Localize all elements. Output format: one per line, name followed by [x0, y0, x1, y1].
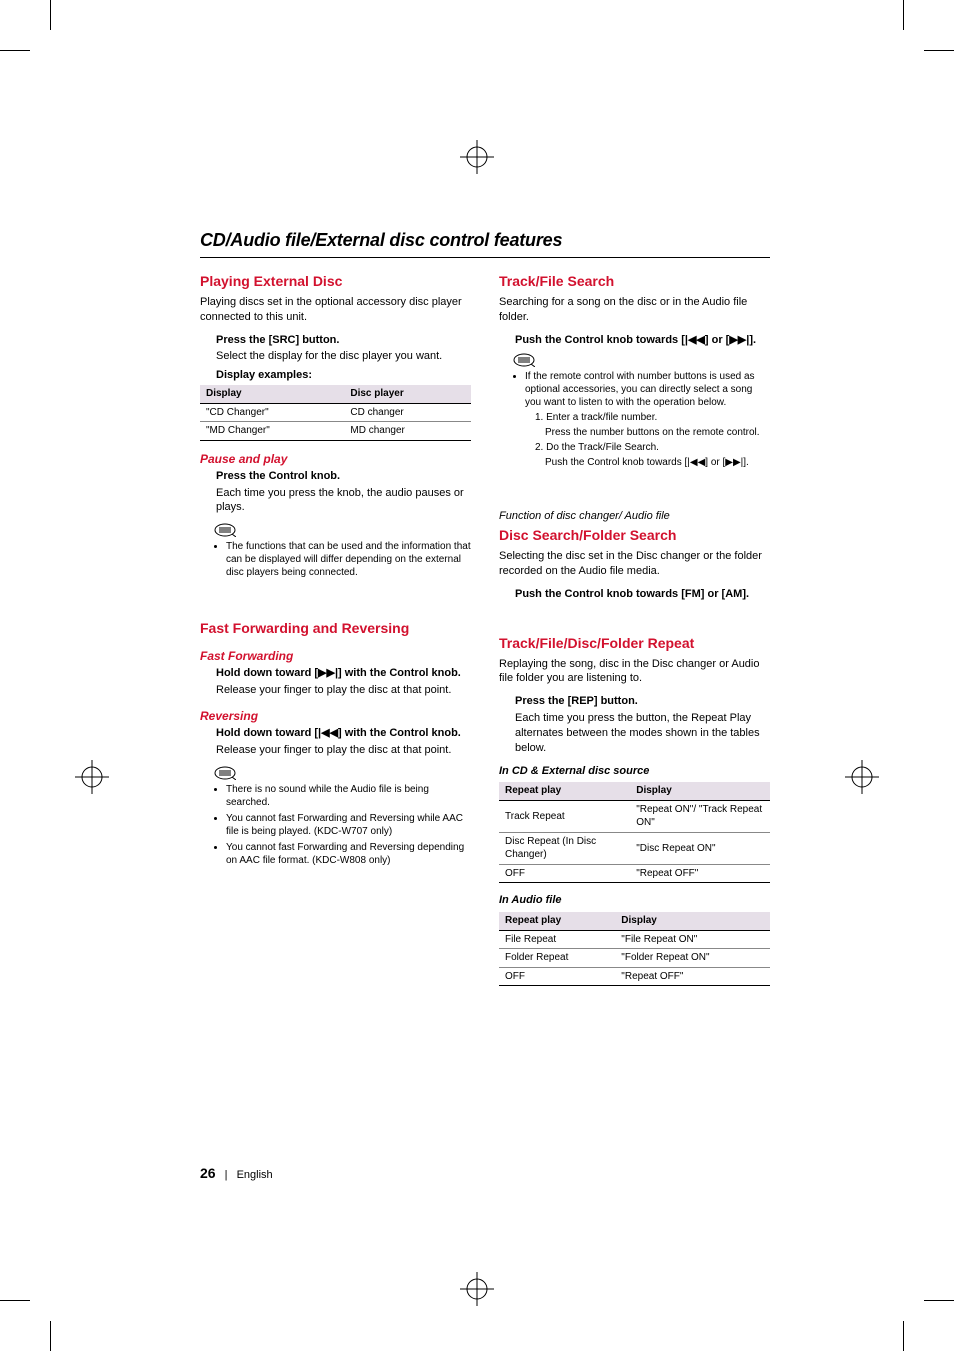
table-header: Display [200, 385, 344, 403]
note-icon [214, 766, 236, 780]
intro-text: Playing discs set in the optional access… [200, 295, 471, 325]
table-cell: "Folder Repeat ON" [615, 949, 770, 968]
display-examples-label: Display examples: [216, 368, 471, 383]
note-subtext: Press the number buttons on the remote c… [545, 426, 770, 439]
crop-mark [903, 0, 904, 30]
repeat-table-cd: Repeat playDisplay Track Repeat"Repeat O… [499, 782, 770, 883]
note-subtext: Push the Control knob towards [|◀◀] or [… [545, 456, 770, 469]
table-cell: MD changer [344, 422, 471, 441]
section-repeat: Track/File/Disc/Folder Repeat [499, 634, 770, 653]
step-detail: Each time you press the knob, the audio … [216, 486, 471, 516]
step-detail: Release your finger to play the disc at … [216, 683, 471, 698]
step-instruction: Hold down toward [▶▶|] with the Control … [216, 666, 471, 681]
note-substep: 1. Enter a track/file number. [535, 411, 770, 424]
crop-mark [0, 1300, 30, 1301]
fast-forwarding-subhead: Fast Forwarding [200, 648, 471, 664]
step-instruction: Push the Control knob towards [|◀◀] or [… [515, 333, 770, 348]
intro-text: Replaying the song, disc in the Disc cha… [499, 657, 770, 687]
content-area: CD/Audio file/External disc control feat… [200, 230, 770, 996]
crop-mark [924, 1300, 954, 1301]
step-instruction: Press the [SRC] button. [216, 333, 471, 348]
step-detail: Each time you press the button, the Repe… [515, 711, 770, 756]
note-item: There is no sound while the Audio file i… [226, 783, 471, 809]
table-cell: "Repeat OFF" [615, 967, 770, 986]
left-column: Playing External Disc Playing discs set … [200, 272, 471, 996]
section-track-file-search: Track/File Search [499, 272, 770, 291]
table-header: Disc player [344, 385, 471, 403]
step-block: Push the Control knob towards [FM] or [A… [515, 587, 770, 602]
chapter-title: CD/Audio file/External disc control feat… [200, 230, 770, 251]
note-item: If the remote control with number button… [525, 370, 770, 469]
step-instruction: Press the Control knob. [216, 469, 471, 484]
step-instruction: Hold down toward [|◀◀] with the Control … [216, 726, 471, 741]
crop-mark [50, 1321, 51, 1351]
note-text: If the remote control with number button… [525, 371, 755, 408]
table-cell: OFF [499, 967, 615, 986]
registration-mark-icon [460, 1272, 494, 1306]
step-block: Hold down toward [|◀◀] with the Control … [216, 726, 471, 758]
table-cell: "File Repeat ON" [615, 930, 770, 949]
table-cell: Disc Repeat (In Disc Changer) [499, 832, 630, 864]
step-block: Hold down toward [▶▶|] with the Control … [216, 666, 471, 698]
table-header: Display [615, 912, 770, 930]
section-disc-folder-search: Disc Search/Folder Search [499, 526, 770, 545]
table-cell: "Repeat ON"/ "Track Repeat ON" [630, 800, 770, 832]
step-block: Press the [SRC] button. Select the displ… [216, 333, 471, 384]
section-fast-forwarding: Fast Forwarding and Reversing [200, 619, 471, 638]
right-column: Track/File Search Searching for a song o… [499, 272, 770, 996]
note-list: There is no sound while the Audio file i… [214, 783, 471, 867]
table-cell: "MD Changer" [200, 422, 344, 441]
registration-mark-icon [75, 760, 109, 794]
crop-mark [50, 0, 51, 30]
page: CD/Audio file/External disc control feat… [0, 0, 954, 1351]
note-item: The functions that can be used and the i… [226, 540, 471, 579]
repeat-table-audio: Repeat playDisplay File Repeat"File Repe… [499, 912, 770, 986]
step-block: Push the Control knob towards [|◀◀] or [… [515, 333, 770, 348]
page-number: 26 [200, 1165, 216, 1181]
step-detail: Release your finger to play the disc at … [216, 743, 471, 758]
intro-text: Selecting the disc set in the Disc chang… [499, 549, 770, 579]
note-icon [513, 353, 535, 367]
step-block: Press the Control knob. Each time you pr… [216, 469, 471, 516]
note-item: You cannot fast Forwarding and Reversing… [226, 812, 471, 838]
step-instruction: Press the [REP] button. [515, 694, 770, 709]
table-cell: CD changer [344, 403, 471, 422]
columns: Playing External Disc Playing discs set … [200, 272, 770, 996]
table-cell: "CD Changer" [200, 403, 344, 422]
table-cell: Folder Repeat [499, 949, 615, 968]
table-label: In Audio file [499, 893, 770, 908]
crop-mark [924, 50, 954, 51]
separator: | [225, 1169, 228, 1181]
function-label: Function of disc changer/ Audio file [499, 509, 770, 524]
registration-mark-icon [845, 760, 879, 794]
table-cell: "Disc Repeat ON" [630, 832, 770, 864]
note-substep: 2. Do the Track/File Search. [535, 441, 770, 454]
step-block: Press the [REP] button. Each time you pr… [515, 694, 770, 755]
step-detail: Select the display for the disc player y… [216, 349, 471, 364]
table-cell: File Repeat [499, 930, 615, 949]
display-examples-table: DisplayDisc player "CD Changer"CD change… [200, 385, 471, 441]
note-item: You cannot fast Forwarding and Reversing… [226, 841, 471, 867]
chapter-rule [200, 257, 770, 258]
table-header: Repeat play [499, 782, 630, 800]
registration-mark-icon [460, 140, 494, 174]
crop-mark [903, 1321, 904, 1351]
pause-play-subhead: Pause and play [200, 451, 471, 467]
table-cell: "Repeat OFF" [630, 864, 770, 883]
table-header: Display [630, 782, 770, 800]
table-label: In CD & External disc source [499, 764, 770, 779]
table-cell: OFF [499, 864, 630, 883]
note-icon [214, 523, 236, 537]
intro-text: Searching for a song on the disc or in t… [499, 295, 770, 325]
page-footer: 26 | English [200, 1165, 273, 1181]
page-language: English [237, 1169, 273, 1181]
table-cell: Track Repeat [499, 800, 630, 832]
section-playing-external-disc: Playing External Disc [200, 272, 471, 291]
table-header: Repeat play [499, 912, 615, 930]
note-list: The functions that can be used and the i… [214, 540, 471, 579]
note-list: If the remote control with number button… [513, 370, 770, 469]
reversing-subhead: Reversing [200, 708, 471, 724]
step-instruction: Push the Control knob towards [FM] or [A… [515, 587, 770, 602]
crop-mark [0, 50, 30, 51]
